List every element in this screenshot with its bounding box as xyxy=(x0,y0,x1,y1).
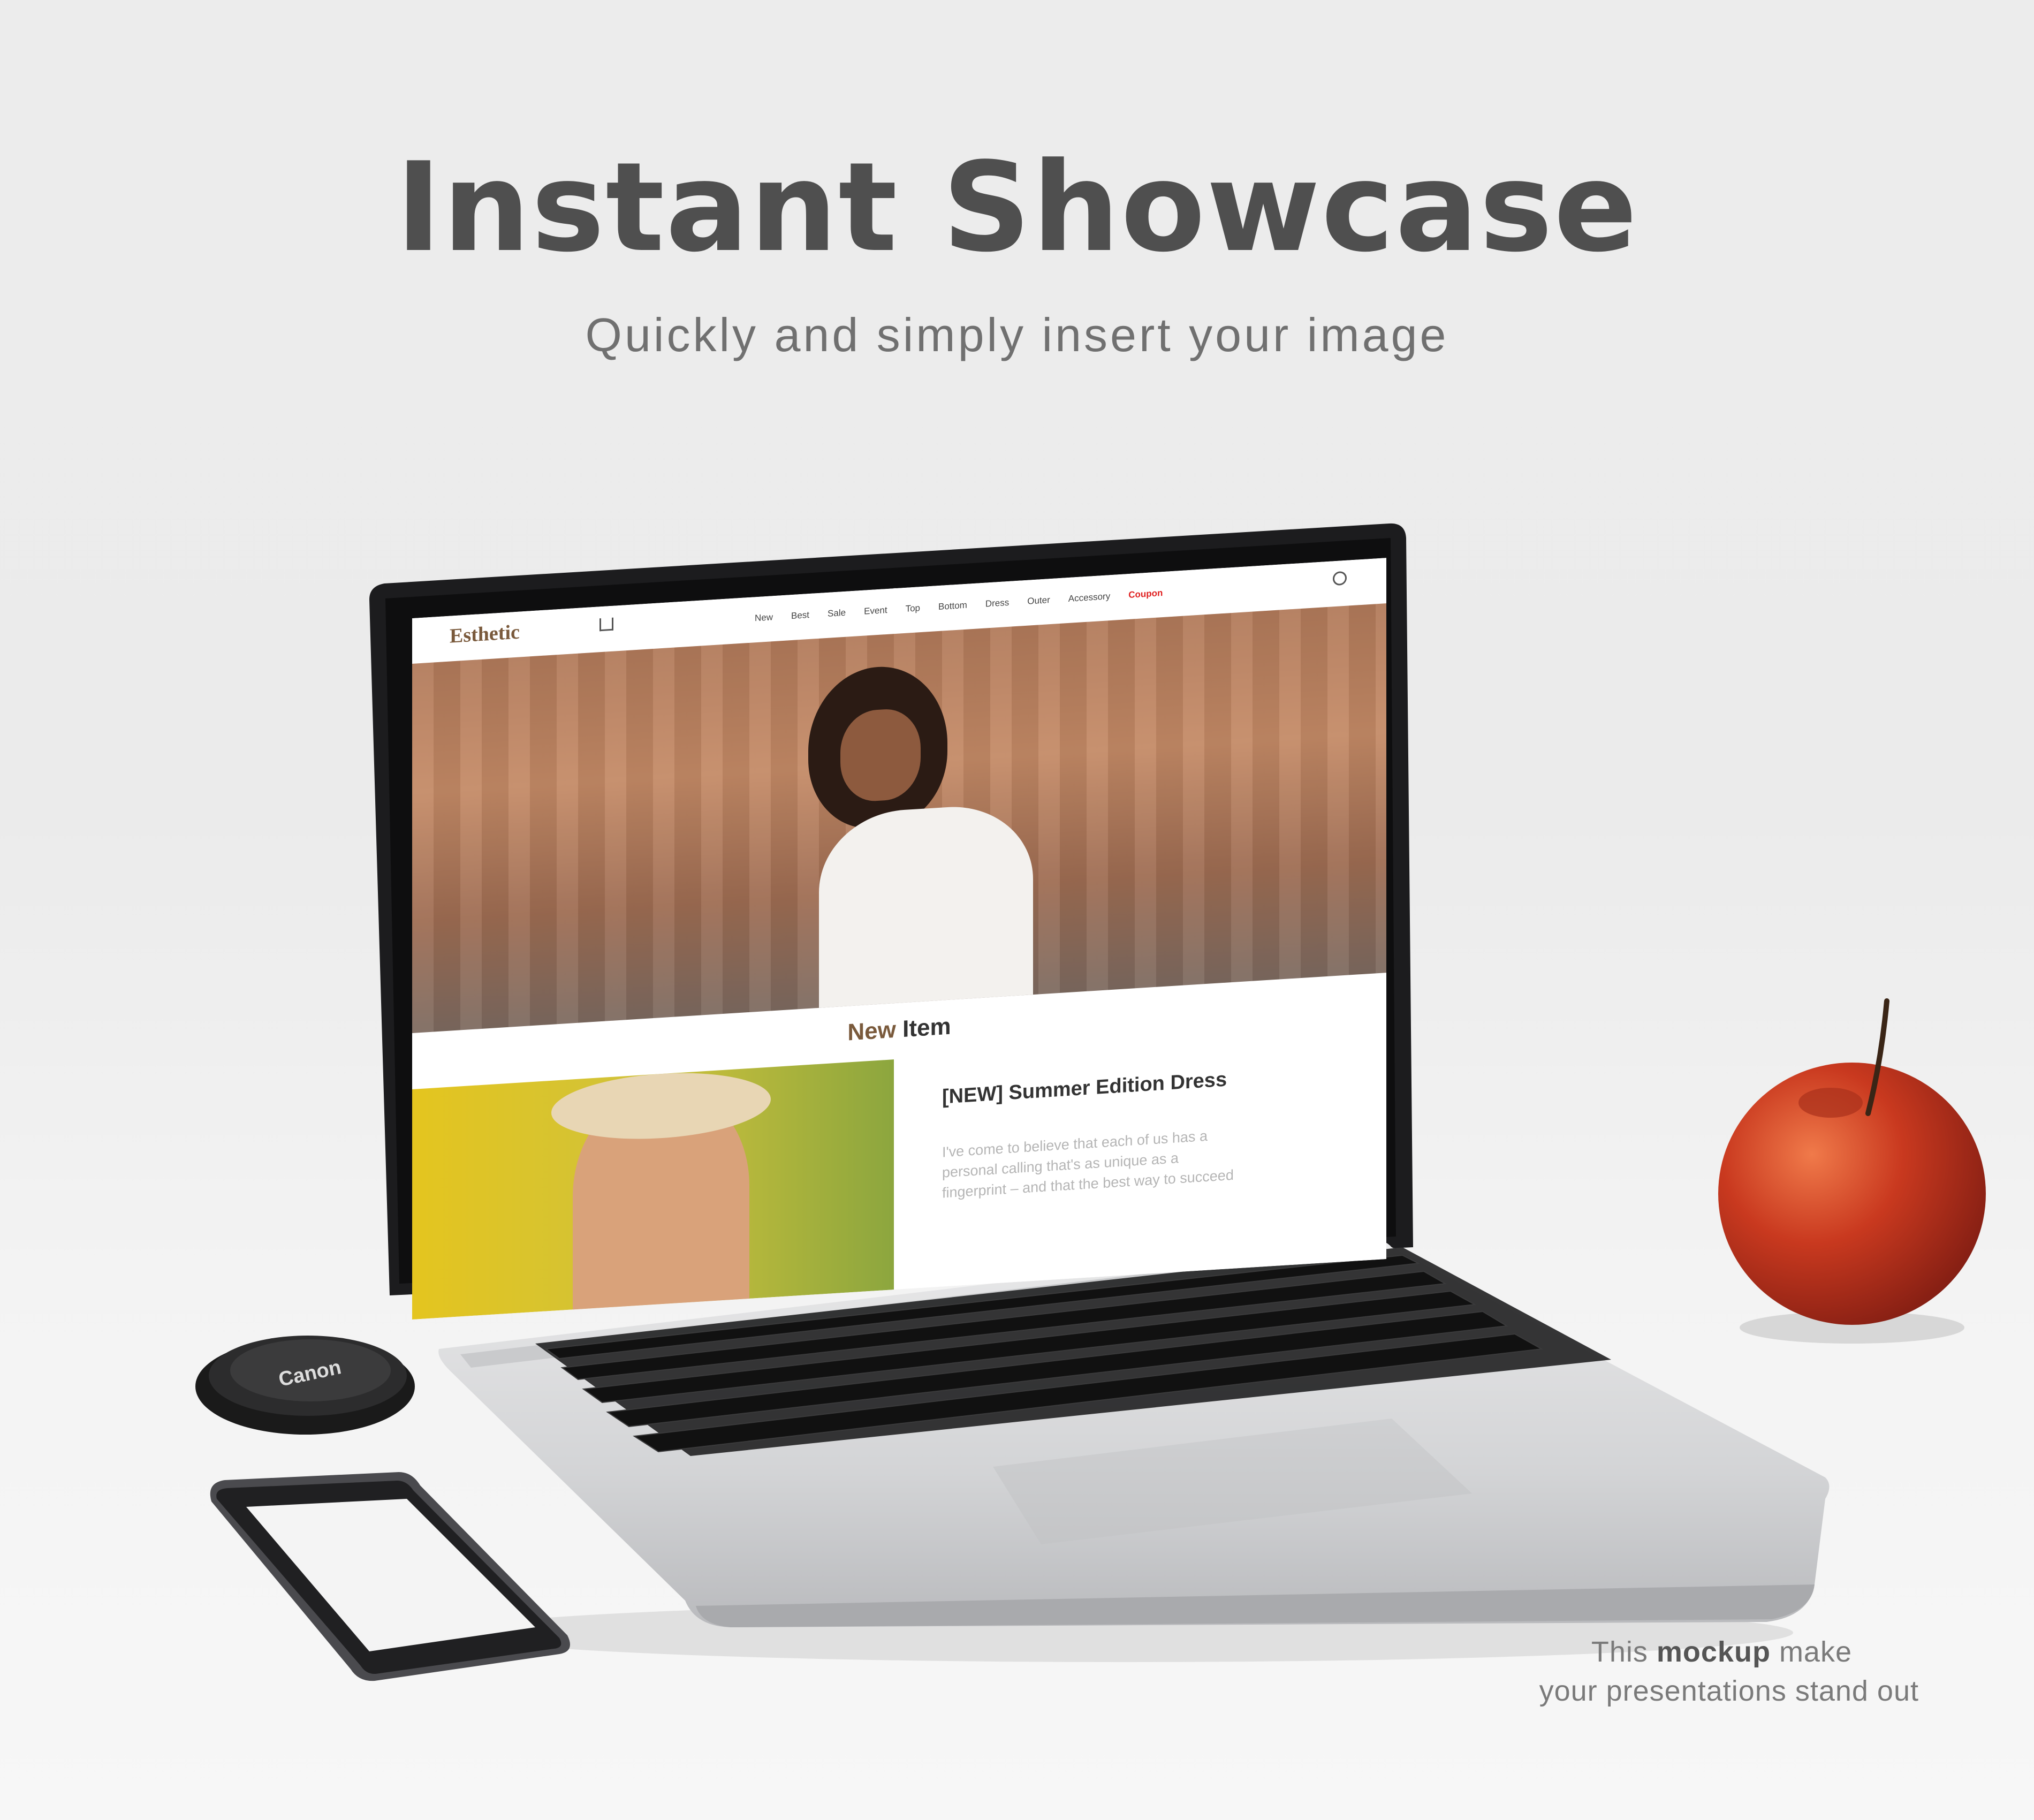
nav-accessory[interactable]: Accessory xyxy=(1068,591,1110,610)
home-icon[interactable] xyxy=(599,617,613,632)
site-logo[interactable]: Esthetic xyxy=(450,620,520,648)
laptop-screen: Esthetic New Best Sale Event Top Bottom … xyxy=(412,558,1386,1320)
nav-bottom[interactable]: Bottom xyxy=(938,600,967,618)
nav-outer[interactable]: Outer xyxy=(1027,595,1050,612)
nav-event[interactable]: Event xyxy=(864,605,887,623)
caption-line-1: This mockup make xyxy=(1591,1636,1852,1668)
search-icon[interactable] xyxy=(1333,571,1347,586)
nav-new[interactable]: New xyxy=(755,612,773,629)
nav-best[interactable]: Best xyxy=(791,610,809,627)
nav-coupon[interactable]: Coupon xyxy=(1128,588,1163,606)
nav-sale[interactable]: Sale xyxy=(828,608,846,625)
nav-dress[interactable]: Dress xyxy=(985,597,1009,615)
product-image xyxy=(412,1059,894,1320)
nav-top[interactable]: Top xyxy=(906,603,920,620)
smartphone xyxy=(210,1472,570,1681)
caption-line-2: your presentations stand out xyxy=(1539,1675,1919,1707)
hero-image xyxy=(412,603,1386,1033)
